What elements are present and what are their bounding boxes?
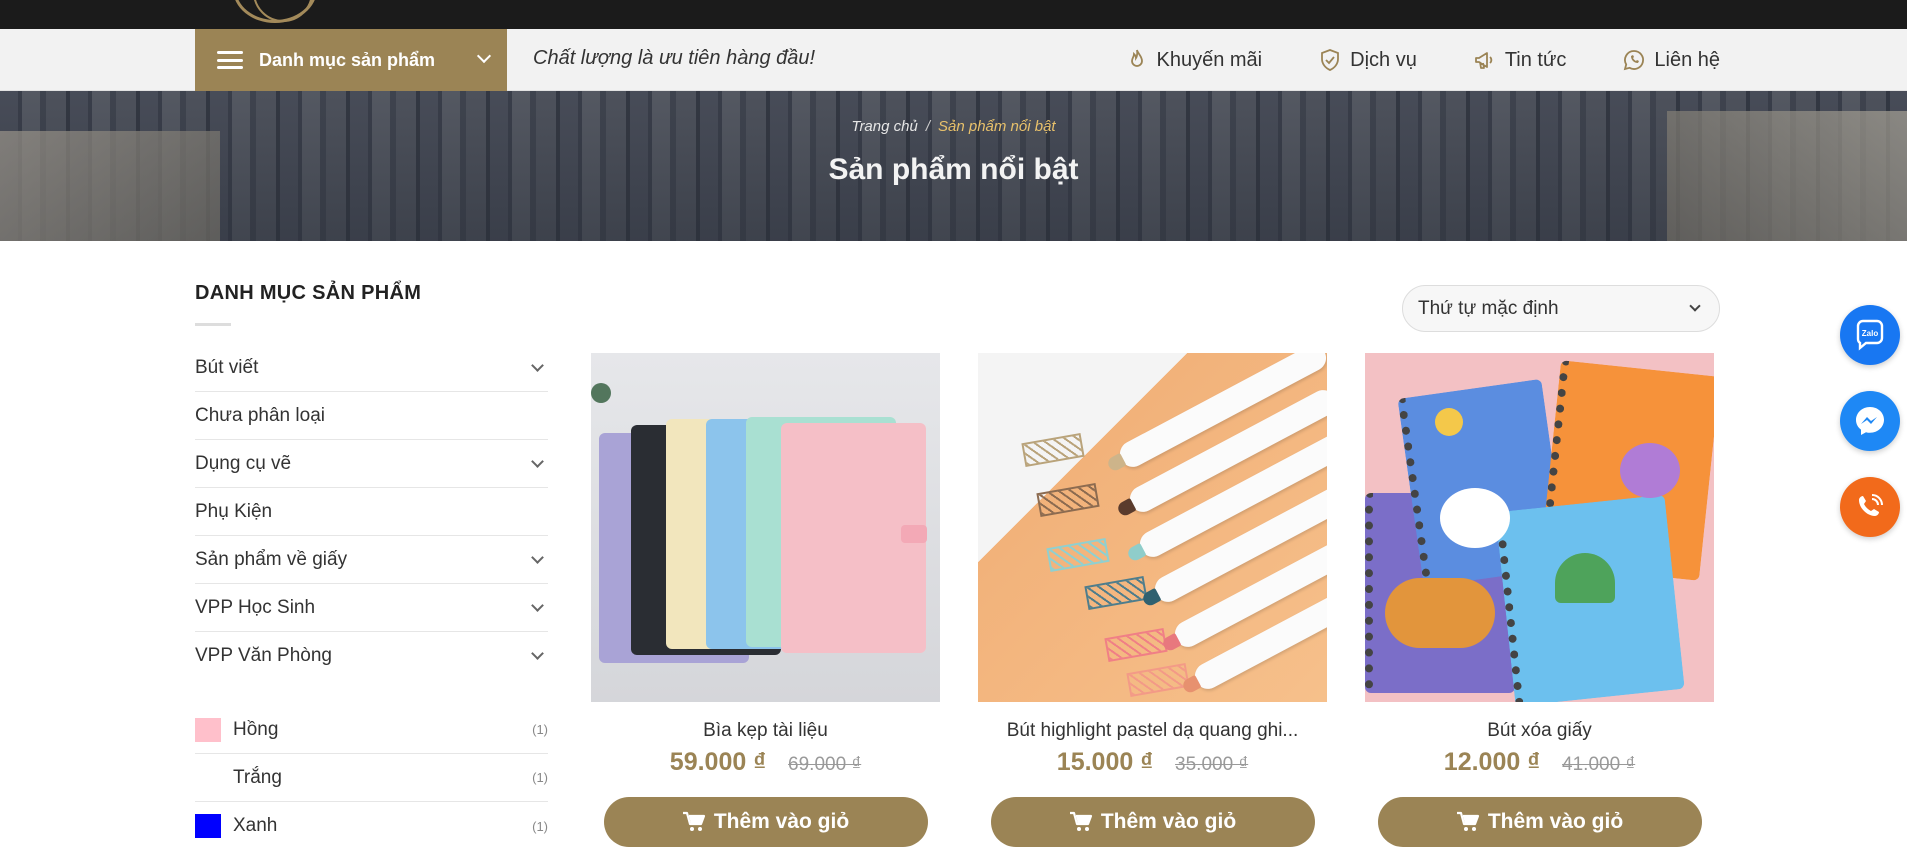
category-label: Chưa phân loại: [195, 404, 325, 426]
product-image[interactable]: [591, 353, 940, 702]
color-filter-list: Hồng (1) Trắng (1) Xanh (1): [195, 706, 548, 850]
chevron-down-icon[interactable]: [531, 454, 544, 468]
zalo-label: Zalo: [1862, 329, 1879, 338]
sort-selected-value: Thứ tự mặc định: [1418, 297, 1559, 319]
chevron-down-icon[interactable]: [531, 647, 544, 660]
phone-icon: [1859, 494, 1883, 516]
color-label: Hồng: [233, 718, 279, 740]
nav-link-label: Dịch vụ: [1350, 48, 1417, 71]
add-to-cart-button[interactable]: Thêm vào giỏ: [1377, 797, 1702, 847]
chevron-down-icon[interactable]: [531, 598, 544, 612]
chevron-down-icon: [476, 48, 492, 64]
chevron-down-icon[interactable]: [531, 358, 544, 372]
product-name[interactable]: Bìa kẹp tài liệu: [591, 720, 940, 742]
top-bar: [0, 0, 1907, 29]
breadcrumb-current: Sản phẩm nổi bật: [938, 118, 1056, 135]
product-price: 12.000 ₫: [1443, 748, 1541, 776]
add-to-cart-label: Thêm vào giỏ: [713, 810, 850, 833]
cart-icon: [1069, 811, 1092, 831]
product-prices: 15.000 ₫ 35.000 ₫: [978, 748, 1327, 777]
color-count: (1): [532, 770, 548, 785]
color-count: (1): [532, 818, 548, 834]
zalo-button[interactable]: Zalo: [1840, 305, 1900, 365]
color-swatch: [195, 765, 221, 790]
product-price: 59.000 ₫: [669, 748, 767, 776]
color-count: (1): [532, 722, 548, 737]
category-item[interactable]: Sản phẩm về giấy: [195, 536, 548, 584]
zalo-icon: Zalo: [1856, 319, 1884, 351]
breadcrumb-home-link[interactable]: Trang chủ: [851, 118, 917, 135]
category-item[interactable]: VPP Văn Phòng: [195, 632, 548, 680]
nav-link-label: Khuyến mãi: [1156, 48, 1263, 71]
product-prices: 59.000 ₫ 69.000 ₫: [591, 748, 940, 777]
sidebar-title-underline: [195, 323, 231, 326]
color-label: Trắng: [233, 766, 282, 788]
add-to-cart-button[interactable]: Thêm vào giỏ: [990, 797, 1315, 847]
color-swatch: [195, 717, 221, 742]
category-label: VPP Văn Phòng: [195, 645, 332, 666]
category-label: Bút viết: [195, 356, 259, 378]
color-filter-item[interactable]: Hồng (1): [195, 706, 548, 754]
add-to-cart-button[interactable]: Thêm vào giỏ: [603, 797, 928, 847]
sort-select[interactable]: Thứ tự mặc định: [1402, 285, 1720, 332]
main-navbar: Danh mục sản phẩm Chất lượng là ưu tiên …: [0, 29, 1907, 91]
category-label: Phụ Kiện: [195, 500, 273, 522]
cart-icon: [682, 811, 705, 831]
product-name[interactable]: Bút xóa giấy: [1365, 720, 1714, 742]
color-filter-item[interactable]: Trắng (1): [195, 754, 548, 802]
nav-link-promotions[interactable]: Khuyến mãi: [1125, 48, 1263, 72]
fire-icon: [1130, 49, 1143, 67]
nav-link-news[interactable]: Tin tức: [1473, 48, 1567, 72]
category-list: Bút viết Chưa phân loại Dụng cụ vẽ Phụ K…: [195, 344, 548, 680]
page-title: Sản phẩm nổi bật: [828, 153, 1079, 186]
messenger-button[interactable]: [1840, 391, 1900, 451]
add-to-cart-label: Thêm vào giỏ: [1100, 810, 1237, 833]
cart-icon: [1456, 811, 1479, 831]
nav-link-label: Tin tức: [1504, 48, 1567, 71]
sidebar: DANH MỤC SẢN PHẨM Bút viết Chưa phân loạ…: [195, 282, 548, 850]
product-image[interactable]: [1365, 353, 1714, 702]
messenger-icon: [1856, 407, 1884, 435]
product-old-price: 35.000 ₫: [1175, 754, 1249, 775]
chevron-down-icon: [1689, 300, 1701, 312]
category-item[interactable]: Dụng cụ vẽ: [195, 440, 548, 488]
category-item[interactable]: Phụ Kiện: [195, 488, 548, 536]
sidebar-title: DANH MỤC SẢN PHẨM: [195, 282, 422, 304]
product-old-price: 69.000 ₫: [788, 754, 862, 775]
product-card: Bìa kẹp tài liệu 59.000 ₫ 69.000 ₫ Thêm v…: [591, 353, 940, 847]
megaphone-icon: [1474, 52, 1493, 69]
color-filter-item[interactable]: Xanh (1): [195, 802, 548, 850]
breadcrumb: Trang chủ / Sản phẩm nổi bật: [0, 118, 1907, 135]
product-price: 15.000 ₫: [1056, 748, 1154, 776]
color-swatch: [195, 814, 221, 838]
shield-icon: [1321, 49, 1340, 71]
category-label: VPP Học Sinh: [195, 596, 316, 618]
page-banner: Trang chủ / Sản phẩm nổi bật Sản phẩm nổi …: [0, 91, 1907, 241]
category-menu-label: Danh mục sản phẩm: [259, 49, 436, 70]
category-label: Dụng cụ vẽ: [195, 452, 292, 474]
phone-button[interactable]: [1840, 477, 1900, 537]
category-item[interactable]: Bút viết: [195, 344, 548, 392]
product-name[interactable]: Bút highlight pastel dạ quang ghi...: [978, 720, 1327, 742]
whatsapp-icon: [1624, 50, 1645, 71]
product-prices: 12.000 ₫ 41.000 ₫: [1365, 748, 1714, 777]
tagline: Chất lượng là ưu tiên hàng đầu!: [533, 47, 816, 69]
chevron-down-icon[interactable]: [531, 550, 544, 564]
product-old-price: 41.000 ₫: [1562, 754, 1636, 775]
breadcrumb-separator: /: [925, 118, 930, 135]
category-item[interactable]: VPP Học Sinh: [195, 584, 548, 632]
product-image[interactable]: [978, 353, 1327, 702]
color-label: Xanh: [233, 815, 278, 836]
product-card: Bút highlight pastel dạ quang ghi... 15.…: [978, 353, 1327, 847]
nav-links: Khuyến mãi Dịch vụ Tin tức Liên hệ: [1125, 29, 1720, 91]
category-menu-button[interactable]: Danh mục sản phẩm: [195, 29, 507, 91]
add-to-cart-label: Thêm vào giỏ: [1487, 810, 1624, 833]
nav-link-label: Liên hệ: [1654, 48, 1720, 71]
category-label: Sản phẩm về giấy: [195, 548, 348, 570]
nav-link-contact[interactable]: Liên hệ: [1622, 48, 1720, 72]
category-item[interactable]: Chưa phân loại: [195, 392, 548, 440]
nav-link-services[interactable]: Dịch vụ: [1318, 48, 1417, 72]
hamburger-icon: [217, 51, 243, 69]
product-card: Bút xóa giấy 12.000 ₫ 41.000 ₫ Thêm vào g…: [1365, 353, 1714, 847]
